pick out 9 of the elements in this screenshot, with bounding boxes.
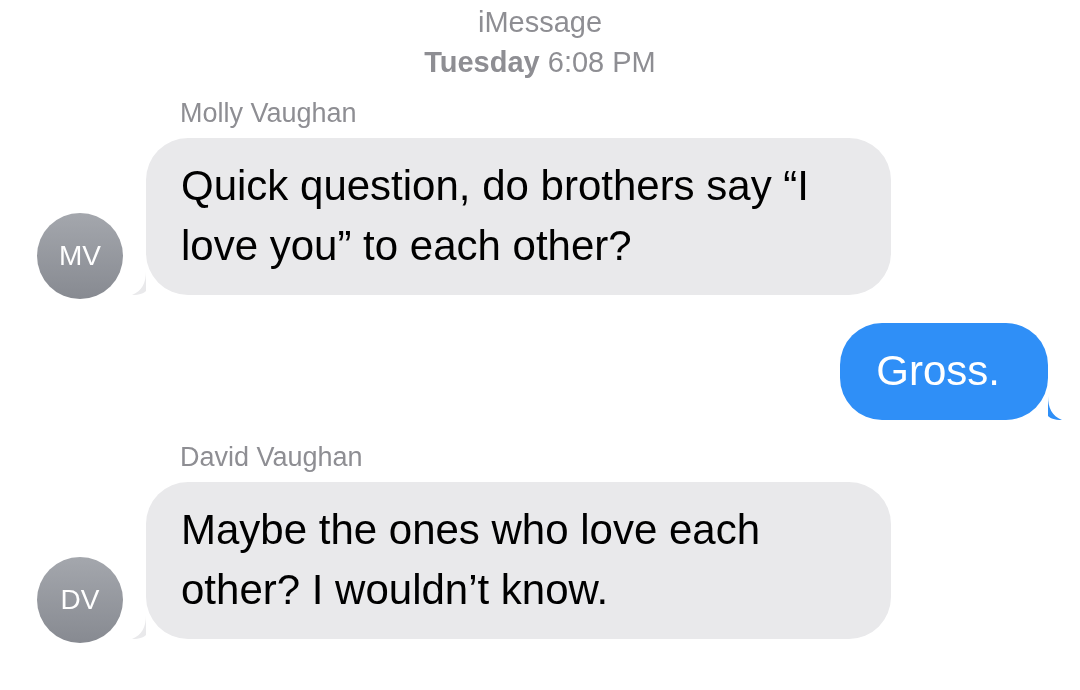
message-bubble: Quick question, do brothers say “I love you” to each other?	[146, 138, 891, 295]
timestamp: Tuesday 6:08 PM	[423, 45, 657, 80]
sender-name: David Vaughan	[180, 441, 364, 474]
service-label: iMessage	[476, 5, 604, 40]
avatar: DV	[37, 557, 123, 643]
sender-name: Molly Vaughan	[180, 97, 358, 130]
avatar: MV	[37, 213, 123, 299]
message-bubble: Maybe the ones who love each other? I wouldn’t know.	[146, 482, 891, 639]
message-bubble: Gross.	[840, 323, 1048, 420]
